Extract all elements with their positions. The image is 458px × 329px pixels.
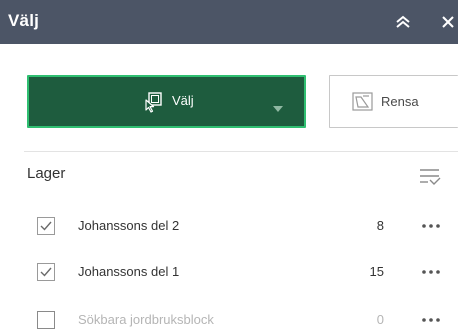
layer-checkbox[interactable] [37, 217, 55, 235]
layer-row: Sökbara jordbruksblock 0 [0, 302, 458, 329]
layer-name: Johanssons del 1 [78, 264, 180, 279]
layer-checkbox[interactable] [37, 263, 55, 281]
clear-selection-icon [352, 92, 374, 112]
clear-button[interactable]: Rensa [329, 75, 458, 128]
divider [24, 151, 458, 152]
layers-heading: Lager [27, 165, 66, 182]
filter-list-icon[interactable] [418, 167, 442, 187]
more-horizontal-icon[interactable] [419, 218, 445, 234]
select-button[interactable]: Välj [27, 75, 306, 128]
layer-name: Sökbara jordbruksblock [78, 312, 214, 327]
select-by-rectangle-icon [142, 91, 164, 113]
layer-count: 8 [376, 218, 384, 233]
more-horizontal-icon[interactable] [419, 264, 445, 280]
layer-row: Johanssons del 1 15 [0, 254, 458, 290]
layer-checkbox[interactable] [37, 311, 55, 329]
panel-title: Välj [8, 11, 40, 30]
close-icon[interactable] [438, 12, 458, 32]
clear-button-label: Rensa [381, 94, 419, 109]
layer-row: Johanssons del 2 8 [0, 208, 458, 244]
layer-name: Johanssons del 2 [78, 218, 180, 233]
layer-count: 15 [369, 264, 384, 279]
layer-count: 0 [376, 312, 384, 327]
panel-header: Välj [0, 0, 458, 44]
more-horizontal-icon[interactable] [419, 312, 445, 328]
caret-down-icon[interactable] [273, 99, 283, 112]
select-button-label: Välj [172, 93, 194, 108]
double-chevron-up-icon[interactable] [392, 12, 414, 32]
